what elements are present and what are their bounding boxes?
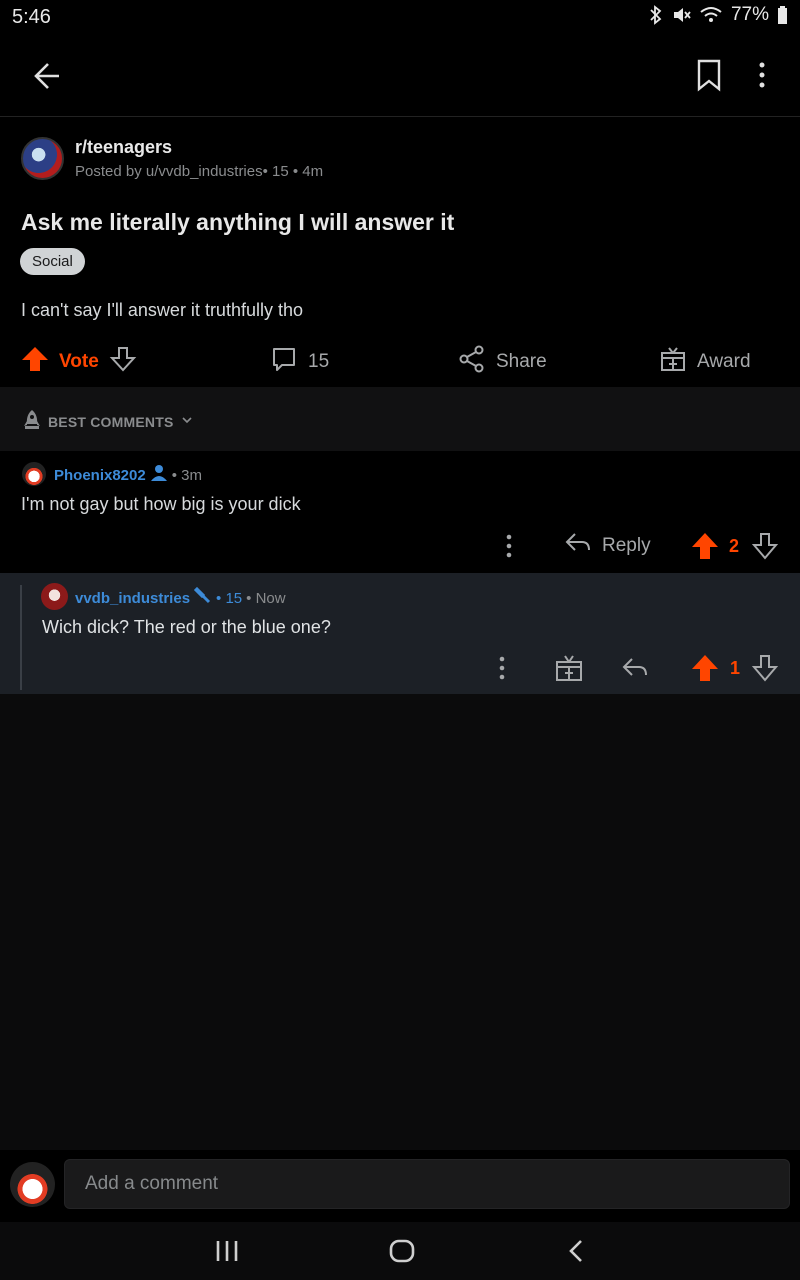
reply-button[interactable]: Reply [564, 529, 651, 563]
back-arrow-icon[interactable] [28, 56, 68, 96]
post-body: I can't say I'll answer it truthfully th… [21, 300, 303, 320]
person-icon [150, 464, 168, 486]
comment-header: vvdb_industries • 15 • Now [75, 586, 286, 609]
post-flair[interactable]: Social [20, 248, 85, 275]
avatar[interactable] [22, 462, 46, 486]
vote-label: Vote [59, 351, 99, 372]
comment-header: Phoenix8202 • 3m [54, 464, 202, 486]
app-bar [0, 34, 800, 117]
award-label: Award [697, 351, 751, 372]
upvote-icon[interactable] [690, 651, 720, 685]
gift-icon [659, 345, 687, 379]
comment-sort-bar: BEST COMMENTS [0, 387, 800, 451]
status-icons: 77% [649, 4, 788, 26]
status-time: 5:46 [12, 6, 51, 28]
more-options-icon[interactable] [491, 651, 513, 685]
reply-label: Reply [602, 535, 651, 556]
avatar[interactable] [10, 1162, 55, 1207]
award-button[interactable]: Award [659, 342, 751, 382]
subreddit-avatar[interactable] [21, 137, 64, 180]
gift-icon[interactable] [554, 651, 584, 685]
reply-arrow-icon [564, 530, 592, 562]
share-button[interactable]: Share [458, 342, 547, 382]
post: r/teenagers Posted by u/vvdb_industries•… [0, 117, 800, 387]
sort-selector[interactable]: BEST COMMENTS [22, 409, 194, 434]
comment-username[interactable]: Phoenix8202 [54, 467, 146, 484]
avatar[interactable] [41, 583, 68, 610]
comment-text: I'm not gay but how big is your dick [21, 494, 301, 514]
post-actions: Vote 15 Share Award [0, 342, 800, 387]
share-icon [458, 345, 486, 379]
bluetooth-icon [649, 5, 663, 25]
bookmark-icon[interactable] [692, 58, 726, 92]
mute-icon [671, 5, 691, 25]
downvote-icon[interactable] [109, 345, 137, 379]
downvote-icon[interactable] [751, 529, 779, 563]
reply-arrow-icon[interactable] [621, 651, 649, 685]
comment-text: Wich dick? The red or the blue one? [42, 617, 331, 637]
wrench-icon [193, 586, 212, 609]
comment-bubble-icon [270, 345, 298, 379]
status-bar: 5:46 77% [0, 0, 800, 34]
more-options-icon[interactable] [748, 58, 776, 92]
post-meta: Posted by u/vvdb_industries• 15 • 4m [75, 163, 324, 180]
user-flair: • 15 [216, 589, 243, 607]
wifi-icon [699, 5, 723, 25]
battery-icon [777, 5, 788, 25]
system-nav-bar [0, 1222, 800, 1280]
thread-line[interactable] [20, 585, 22, 690]
comment-username[interactable]: vvdb_industries [75, 590, 190, 607]
comment-score: 2 [729, 535, 740, 556]
rocket-icon [22, 409, 42, 434]
comments-button[interactable]: 15 [270, 342, 329, 382]
downvote-icon[interactable] [751, 651, 779, 685]
comment-time: • Now [246, 589, 286, 607]
vote-control: Vote [21, 342, 137, 382]
more-options-icon[interactable] [498, 529, 520, 563]
upvote-icon[interactable] [21, 345, 49, 379]
subreddit-name[interactable]: r/teenagers [75, 137, 172, 158]
add-comment-input[interactable]: Add a comment [64, 1159, 790, 1209]
comment-composer: Add a comment [0, 1150, 800, 1222]
post-title: Ask me literally anything I will answer … [21, 209, 455, 235]
back-icon[interactable] [562, 1236, 592, 1271]
upvote-icon[interactable] [690, 529, 720, 563]
comment-time: • 3m [171, 466, 202, 484]
chevron-down-icon [180, 413, 194, 430]
comment: Phoenix8202 • 3m I'm not gay but how big… [0, 451, 800, 573]
battery-percent: 77% [730, 4, 769, 25]
comment-count: 15 [308, 351, 330, 372]
home-icon[interactable] [387, 1236, 417, 1271]
reply-comment: vvdb_industries • 15 • Now Wich dick? Th… [0, 573, 800, 694]
recent-apps-icon[interactable] [214, 1236, 240, 1271]
comment-score: 1 [730, 657, 741, 678]
share-label: Share [496, 351, 547, 372]
sort-label: BEST COMMENTS [48, 413, 174, 430]
